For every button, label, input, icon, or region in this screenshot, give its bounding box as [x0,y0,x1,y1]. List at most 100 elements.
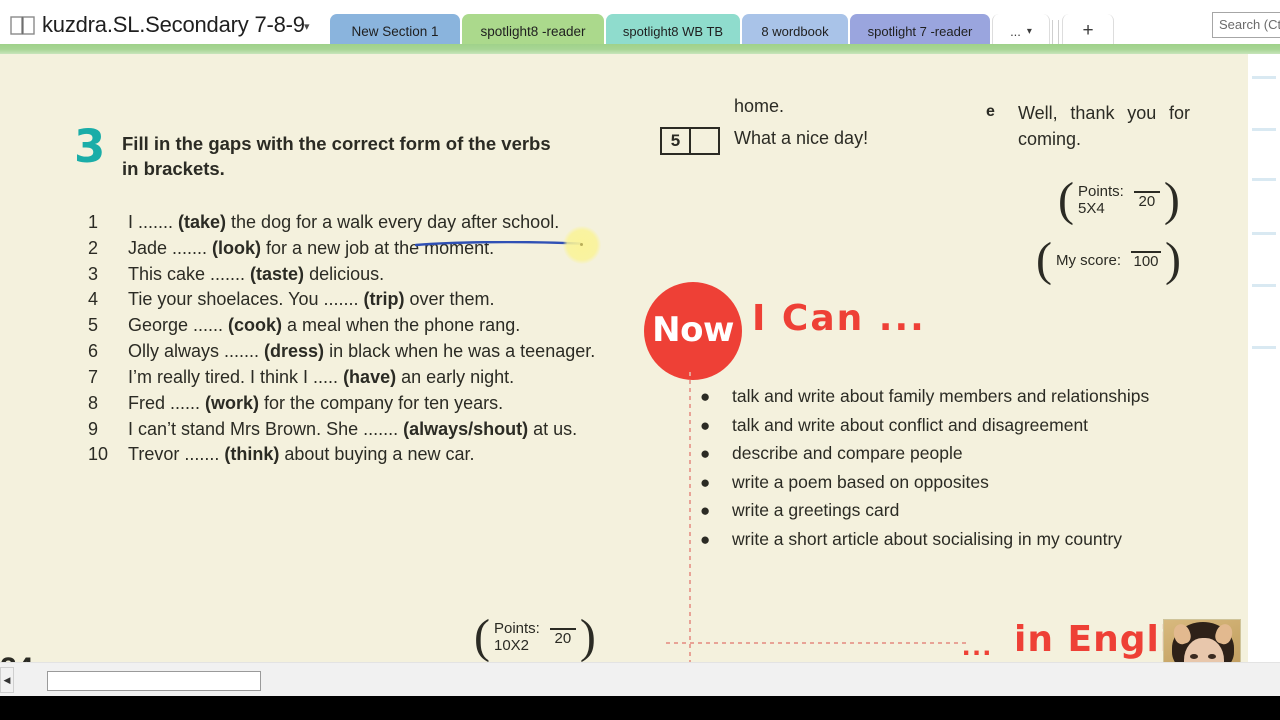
list-item-label: describe and compare people [732,443,963,463]
points-label: Points: [1077,182,1124,200]
paren-close: ) [579,610,596,662]
ribbon-accent-bar [0,44,1280,54]
question-row: 7 I’m really tired. I think I ..... (hav… [88,365,618,390]
question-post: over them. [404,289,495,310]
dialogue-text: Well, thank you for coming. [1018,103,1190,149]
webcam-overlay[interactable]: Kuzdra_School [1163,619,1241,662]
list-item-label: talk and write about family members and … [732,386,1150,406]
section-tab-8-wordbook[interactable]: 8 wordbook [742,14,848,48]
question-text: I can’t stand Mrs Brown. She ....... (al… [128,417,618,442]
section-tab-spotlight8-reader[interactable]: spotlight8 -reader [462,14,604,48]
question-pre: Fred ...... [128,392,206,413]
question-row: 4 Tie your shoelaces. You ....... (trip)… [88,287,618,312]
paren-close: ) [1163,173,1180,226]
question-post: the dog for a walk every day after schoo… [226,212,560,232]
paren-open: ( [1058,173,1074,226]
question-number: 7 [88,366,99,387]
question-verb: (always/shout) [403,418,529,439]
list-item-label: write a short article about socialising … [732,528,1123,549]
my-score-label: My score: [1055,251,1121,269]
exercise-instruction: Fill in the gaps with the correct form o… [122,133,551,179]
question-text: I ....... (take) the dog for a walk ever… [128,210,618,235]
bullet-icon: ● [700,472,711,492]
now-badge: Now [644,282,742,380]
section-tab-new-section-1[interactable]: New Section 1 [330,14,460,48]
now-i-can-list: ● talk and write about family members an… [700,384,1192,555]
question-text: Olly always ....... (dress) in black whe… [128,339,618,364]
my-score-fraction: 100 [1131,251,1161,269]
question-number: 5 [88,315,99,336]
now-i-can-heading: I Can ... [752,298,926,339]
question-verb: (take) [178,212,227,232]
points-fraction: 20 [1133,191,1160,209]
add-section-button[interactable]: + [1062,14,1114,48]
question-number: 1 [88,212,99,232]
plus-icon: + [1082,20,1094,41]
search-input[interactable]: Search (Ctrl [1212,12,1280,38]
page-list-divider [1252,128,1276,131]
answer-number-box[interactable]: 5 [660,127,720,155]
list-item: ● describe and compare people [700,441,1192,467]
question-pre: I can’t stand Mrs Brown. She ....... [128,418,404,439]
answer-line-text: What a nice day! [734,128,869,148]
question-pre: George ...... [128,315,229,336]
scroll-left-arrow-icon[interactable]: ◀ [0,667,14,693]
ink-underline-annotation [414,234,582,247]
tab-divider [1058,20,1059,44]
section-tab-spotlight7-reader[interactable]: spotlight 7 -reader [850,14,990,48]
section-tab-label: 8 wordbook [761,23,829,39]
section-tab-label: spotlight8 WB TB [622,23,724,39]
webcam-eye-left [1190,654,1198,659]
exercise-question-list: 1 I ....... (take) the dog for a walk ev… [88,210,618,468]
list-item: ● talk and write about conflict and disa… [700,413,1192,439]
question-verb: (dress) [264,341,325,362]
question-post: about buying a new car. [279,444,475,465]
question-pre: Jade ....... [128,237,213,258]
section-tab-spotlight8-wb-tb[interactable]: spotlight8 WB TB [606,14,740,48]
page-list-divider [1252,178,1276,181]
list-item-label: talk and write about conflict and disagr… [732,414,1089,435]
question-number: 10 [88,444,109,465]
my-score-denominator: 100 [1133,253,1159,271]
scrollbar-thumb[interactable] [47,671,261,691]
question-post: a meal when the phone rang. [282,315,521,336]
paren-open: ( [1036,233,1052,286]
list-item: ● write a poem based on opposites [700,470,1192,496]
notebook-dropdown-caret[interactable]: ▾ [304,20,310,33]
question-verb: (think) [224,444,280,465]
notebook-title: kuzdra.SL.Secondary 7-8-9 [42,12,305,37]
question-pre: I ....... [128,212,179,232]
question-row: 5 George ...... (cook) a meal when the p… [88,313,618,338]
question-verb: (have) [343,366,397,387]
question-row: 10 Trevor ....... (think) about buying a… [88,442,618,467]
page-canvas[interactable]: 3 Fill in the gaps with the correct form… [0,54,1280,662]
bullet-icon: ● [700,415,711,435]
question-row: 8 Fred ...... (work) for the company for… [88,391,618,416]
question-row: 6 Olly always ....... (dress) in black w… [88,339,618,364]
dialogue-points-box: ( Points: 5X4 20 ) [1058,173,1180,226]
question-number: 8 [88,392,99,413]
letterbox-strip [0,696,1280,720]
question-post: at us. [528,418,578,439]
list-item-label: write a greetings card [732,500,900,520]
points-fraction: 20 [549,628,576,646]
app-title-bar: kuzdra.SL.Secondary 7-8-9 ▾ New Section … [0,0,1280,48]
question-text: I’m really tired. I think I ..... (have)… [128,365,618,390]
page-number: 24 [0,652,33,662]
page-list-panel[interactable] [1248,54,1280,662]
answer-box-number: 5 [662,129,691,153]
question-pre: Trevor ....... [128,444,225,465]
question-row: 3 This cake ....... (taste) delicious. [88,262,618,287]
orphan-line-home: home. [734,96,785,116]
question-number: 6 [88,341,99,362]
question-text: Trevor ....... (think) about buying a ne… [128,442,618,467]
question-number: 2 [88,237,99,258]
more-sections-button[interactable]: ... ▾ [992,14,1050,48]
exercise-number: 3 [74,120,106,173]
cursor-highlight-dot [563,226,601,264]
paren-open: ( [474,610,490,662]
paren-close: ) [1165,233,1181,286]
question-text: Fred ...... (work) for the company for t… [128,391,618,416]
question-verb: (taste) [250,263,305,284]
bullet-icon: ● [700,501,711,520]
